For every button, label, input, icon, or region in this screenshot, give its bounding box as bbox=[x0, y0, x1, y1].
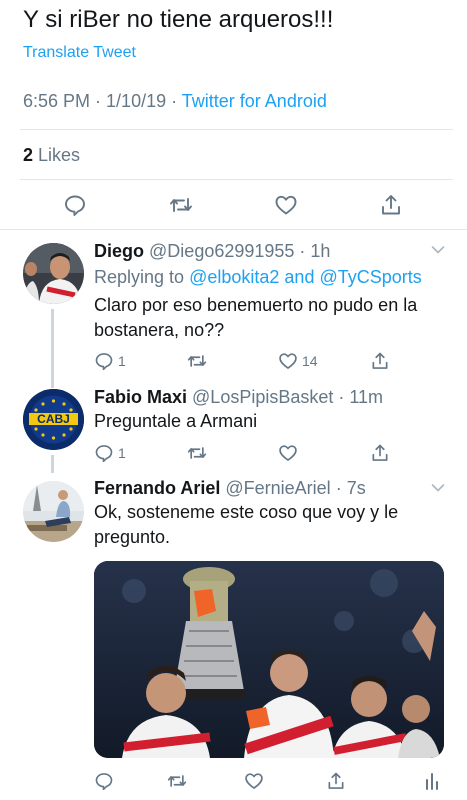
main-action-bar bbox=[0, 191, 467, 219]
like-button[interactable] bbox=[272, 191, 300, 219]
likes-count[interactable]: 2 Likes bbox=[23, 145, 80, 166]
like-button[interactable] bbox=[278, 442, 298, 464]
translate-tweet-link[interactable]: Translate Tweet bbox=[23, 44, 136, 62]
reply-icon bbox=[65, 195, 85, 216]
share-button[interactable] bbox=[370, 442, 390, 464]
likes-number: 2 bbox=[23, 145, 34, 165]
avatar[interactable] bbox=[23, 481, 84, 542]
reply-button[interactable]: 1 bbox=[94, 350, 126, 372]
reply-count: 1 bbox=[118, 445, 126, 461]
retweet-button[interactable] bbox=[167, 191, 195, 219]
replying-prefix: Replying to bbox=[94, 267, 185, 287]
share-icon bbox=[382, 195, 400, 215]
chevron-down-icon[interactable] bbox=[431, 483, 445, 493]
tweet-meta: 6:56 PM · 1/10/19 · Twitter for Android bbox=[23, 91, 327, 111]
retweet-icon bbox=[170, 198, 192, 212]
share-icon bbox=[328, 772, 344, 789]
user-handle[interactable]: @Diego62991955 bbox=[149, 241, 294, 261]
reply-button[interactable] bbox=[94, 770, 114, 792]
reply-text: Ok, sosteneme este coso que voy y le pre… bbox=[94, 502, 399, 547]
retweet-button[interactable] bbox=[186, 442, 208, 464]
mention-link[interactable]: @elbokita2 bbox=[189, 267, 279, 287]
tweet-source-link[interactable]: Twitter for Android bbox=[182, 91, 327, 111]
reply-action-bar: 1 bbox=[94, 442, 439, 464]
avatar[interactable] bbox=[23, 243, 84, 304]
chevron-down-icon[interactable] bbox=[431, 245, 445, 255]
share-button[interactable] bbox=[370, 350, 390, 372]
divider bbox=[20, 129, 453, 130]
divider bbox=[20, 179, 453, 180]
user-name[interactable]: Fernando Ariel bbox=[94, 478, 220, 498]
share-icon bbox=[372, 444, 388, 461]
reply-header: Fabio Maxi @LosPipisBasket · 11m bbox=[94, 387, 384, 407]
reply-action-bar bbox=[94, 770, 439, 792]
tweet-date: 1/10/19 bbox=[106, 91, 167, 111]
reply-icon bbox=[95, 773, 113, 791]
share-icon bbox=[372, 352, 388, 369]
tweet-time: 6:56 PM bbox=[23, 91, 91, 111]
user-handle[interactable]: @LosPipisBasket bbox=[192, 387, 333, 407]
retweet-icon bbox=[187, 447, 207, 459]
like-count: 14 bbox=[302, 353, 318, 369]
share-button[interactable] bbox=[326, 770, 346, 792]
likes-label: Likes bbox=[38, 145, 81, 165]
heart-icon bbox=[279, 445, 297, 461]
tweet-text: Y si riBer no tiene arqueros!!! bbox=[23, 6, 334, 33]
share-button[interactable] bbox=[377, 191, 405, 219]
retweet-button[interactable] bbox=[166, 770, 188, 792]
heart-icon bbox=[245, 773, 263, 789]
reply-button[interactable] bbox=[61, 191, 89, 219]
reply-count: 1 bbox=[118, 353, 126, 369]
user-handle[interactable]: @FernieAriel bbox=[225, 478, 330, 498]
retweet-icon bbox=[167, 775, 187, 787]
retweet-button[interactable] bbox=[186, 350, 208, 372]
thread-line bbox=[51, 309, 54, 388]
reply-header: Fernando Ariel @FernieAriel · 7s bbox=[94, 478, 366, 498]
reply-header: Diego @Diego62991955 · 1h bbox=[94, 241, 331, 261]
reply-icon bbox=[95, 445, 113, 463]
reply-text: Preguntale a Armani bbox=[94, 411, 258, 431]
reply-action-bar: 1 14 bbox=[94, 350, 439, 372]
reply-time: 7s bbox=[346, 478, 366, 498]
analytics-icon bbox=[426, 773, 438, 790]
mention-link[interactable]: @TyCSports bbox=[319, 267, 421, 287]
analytics-button[interactable] bbox=[424, 770, 440, 792]
reply-text: Claro por eso benemuerto no pudo en la b… bbox=[94, 295, 418, 340]
replying-to: Replying to @elbokita2 and @TyCSports bbox=[94, 267, 422, 288]
main-tweet: Y si riBer no tiene arqueros!!! Translat… bbox=[0, 0, 467, 229]
section-divider bbox=[0, 229, 467, 230]
user-name[interactable]: Diego bbox=[94, 241, 144, 261]
avatar[interactable]: CABJ bbox=[23, 389, 84, 450]
reply-button[interactable]: 1 bbox=[94, 442, 126, 464]
thread-line bbox=[51, 455, 54, 473]
like-button[interactable]: 14 bbox=[278, 350, 318, 372]
tweet-photo[interactable] bbox=[94, 561, 444, 758]
replying-and[interactable]: and bbox=[284, 267, 314, 287]
user-name[interactable]: Fabio Maxi bbox=[94, 387, 187, 407]
avatar-logo-text: CABJ bbox=[37, 412, 70, 426]
reply-time: 1h bbox=[310, 241, 331, 261]
heart-icon bbox=[279, 353, 297, 369]
like-button[interactable] bbox=[244, 770, 264, 792]
reply-time: 11m bbox=[349, 387, 384, 407]
reply-icon bbox=[95, 353, 113, 371]
heart-icon bbox=[275, 195, 297, 215]
retweet-icon bbox=[187, 355, 207, 367]
